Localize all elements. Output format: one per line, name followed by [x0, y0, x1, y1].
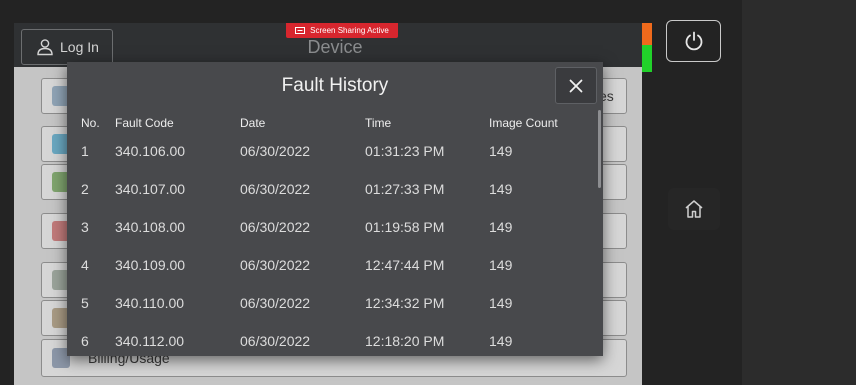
cell-date: 06/30/2022	[240, 257, 311, 273]
close-icon	[569, 79, 583, 92]
table-row[interactable]: 6 340.112.00 06/30/2022 12:18:20 PM 149	[67, 326, 597, 356]
cell-fault-code: 340.112.00	[115, 333, 185, 349]
close-button[interactable]	[555, 67, 597, 104]
table-row[interactable]: 3 340.108.00 06/30/2022 01:19:58 PM 149	[67, 212, 597, 250]
cell-image-count: 149	[489, 257, 513, 273]
power-icon	[685, 31, 702, 51]
cell-image-count: 149	[489, 143, 513, 159]
cell-fault-code: 340.106.00	[115, 143, 186, 159]
home-button[interactable]	[668, 188, 720, 230]
table-row[interactable]: 5 340.110.00 06/30/2022 12:34:32 PM 149	[67, 288, 597, 326]
cell-time: 12:47:44 PM	[365, 257, 445, 273]
user-icon	[37, 39, 53, 56]
cell-date: 06/30/2022	[240, 295, 311, 311]
cell-no: 1	[81, 143, 89, 159]
cell-fault-code: 340.108.00	[115, 219, 186, 235]
status-orange-segment	[642, 23, 652, 45]
screen-sharing-badge: Screen Sharing Active	[286, 23, 398, 38]
cell-image-count: 149	[489, 219, 513, 235]
cell-image-count: 149	[489, 181, 513, 197]
fault-history-dialog: Fault History No. Fault Code Date Time I…	[67, 62, 603, 356]
cell-date: 06/30/2022	[240, 333, 311, 349]
table-header: No. Fault Code Date Time Image Count	[67, 112, 597, 136]
status-indicator	[642, 23, 652, 72]
cell-date: 06/30/2022	[240, 181, 311, 197]
column-header-fault-code: Fault Code	[115, 116, 174, 130]
cell-time: 01:19:58 PM	[365, 219, 445, 235]
login-label: Log In	[60, 39, 99, 55]
column-header-time: Time	[365, 116, 392, 130]
power-button[interactable]	[666, 20, 721, 62]
cell-no: 4	[81, 257, 89, 273]
login-button[interactable]: Log In	[21, 29, 113, 65]
screen-sharing-label: Screen Sharing Active	[310, 26, 389, 35]
cell-image-count: 149	[489, 333, 513, 349]
cell-no: 2	[81, 181, 89, 197]
column-header-no: No.	[81, 116, 100, 130]
table-row[interactable]: 2 340.107.00 06/30/2022 01:27:33 PM 149	[67, 174, 597, 212]
cell-fault-code: 340.107.00	[115, 181, 186, 197]
cell-time: 01:27:33 PM	[365, 181, 445, 197]
cell-date: 06/30/2022	[240, 219, 311, 235]
column-header-image-count: Image Count	[489, 116, 558, 130]
column-header-date: Date	[240, 116, 266, 130]
cell-no: 3	[81, 219, 89, 235]
cell-fault-code: 340.109.00	[115, 257, 186, 273]
cell-image-count: 149	[489, 295, 513, 311]
cell-no: 6	[81, 333, 89, 349]
cell-time: 12:34:32 PM	[365, 295, 445, 311]
table-row[interactable]: 1 340.106.00 06/30/2022 01:31:23 PM 149	[67, 136, 597, 174]
screen-share-icon	[295, 27, 306, 34]
table-row[interactable]: 4 340.109.00 06/30/2022 12:47:44 PM 149	[67, 250, 597, 288]
status-green-segment	[642, 45, 652, 72]
cell-no: 5	[81, 295, 89, 311]
side-panel	[742, 0, 856, 385]
dialog-scrollbar[interactable]	[598, 110, 601, 188]
dialog-title: Fault History	[281, 75, 389, 96]
cell-fault-code: 340.110.00	[115, 295, 185, 311]
cell-time: 12:18:20 PM	[365, 333, 445, 349]
fault-history-table: No. Fault Code Date Time Image Count 1 3…	[67, 112, 597, 356]
cell-time: 01:31:23 PM	[365, 143, 445, 159]
home-icon	[685, 200, 703, 218]
cell-date: 06/30/2022	[240, 143, 311, 159]
